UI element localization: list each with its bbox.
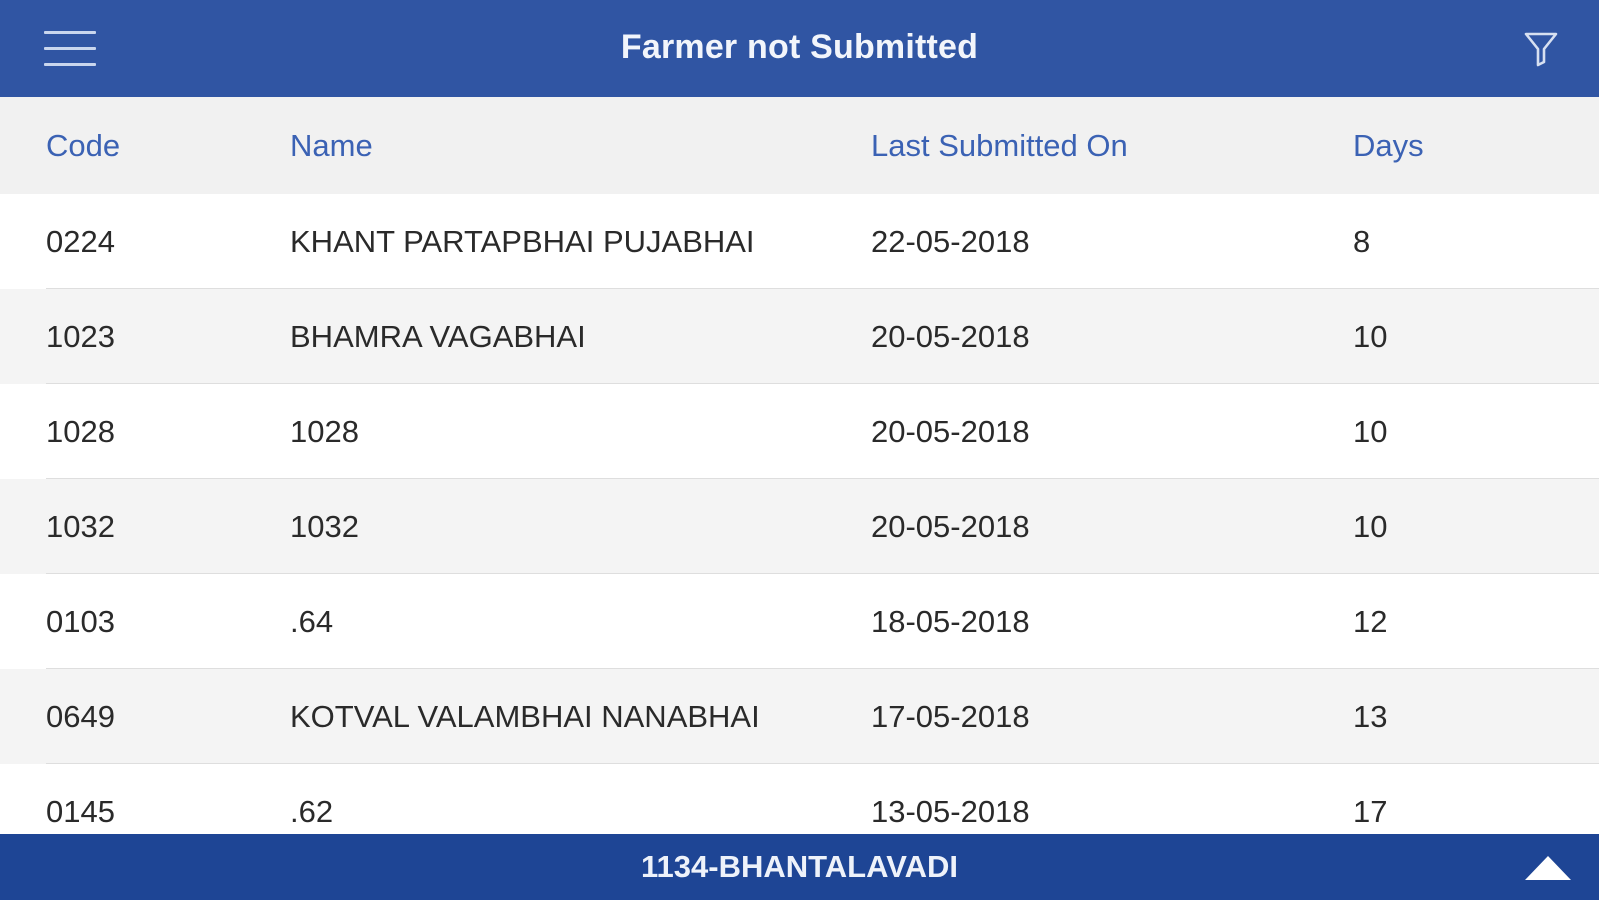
row-name: 1032 [290, 508, 359, 544]
row-last-submitted: 20-05-2018 [871, 508, 1030, 544]
row-code: 0224 [46, 223, 115, 259]
row-code: 0649 [46, 698, 115, 734]
row-name: .64 [290, 603, 334, 639]
table-row[interactable]: 0649 KOTVAL VALAMBHAI NANABHAI 17-05-201… [0, 669, 1599, 764]
row-days: 12 [1353, 603, 1388, 639]
row-days: 10 [1353, 318, 1388, 354]
filter-funnel-icon[interactable] [1523, 30, 1559, 68]
column-header-code[interactable]: Code [46, 97, 120, 194]
row-last-submitted: 17-05-2018 [871, 698, 1030, 734]
row-code: 1028 [46, 413, 115, 449]
center-name: 1134-BHANTALAVADI [641, 849, 958, 884]
row-name: 1028 [290, 413, 359, 449]
app-screen: Farmer not Submitted Code Name Last Subm… [0, 0, 1599, 900]
row-code: 1032 [46, 508, 115, 544]
column-header-days[interactable]: Days [1353, 97, 1424, 194]
row-code: 0103 [46, 603, 115, 639]
table-row[interactable]: 1032 1032 20-05-2018 10 [0, 479, 1599, 574]
table-row[interactable]: 1028 1028 20-05-2018 10 [0, 384, 1599, 479]
row-name: BHAMRA VAGABHAI [290, 318, 586, 354]
row-code: 1023 [46, 318, 115, 354]
farmer-list: 0224 KHANT PARTAPBHAI PUJABHAI 22-05-201… [0, 194, 1599, 859]
table-header: Code Name Last Submitted On Days [0, 97, 1599, 194]
row-days: 13 [1353, 698, 1388, 734]
center-selector-bar[interactable]: 1134-BHANTALAVADI [0, 834, 1599, 900]
row-days: 10 [1353, 508, 1388, 544]
column-header-last-submitted[interactable]: Last Submitted On [871, 97, 1128, 194]
page-title: Farmer not Submitted [620, 28, 979, 66]
column-header-name[interactable]: Name [290, 97, 373, 194]
table-row[interactable]: 1023 BHAMRA VAGABHAI 20-05-2018 10 [0, 289, 1599, 384]
row-name: KHANT PARTAPBHAI PUJABHAI [290, 223, 755, 259]
row-days: 8 [1353, 223, 1371, 259]
app-header: Farmer not Submitted [0, 0, 1599, 97]
row-last-submitted: 20-05-2018 [871, 413, 1030, 449]
triangle-up-icon[interactable] [1523, 854, 1573, 882]
row-name: KOTVAL VALAMBHAI NANABHAI [290, 698, 760, 734]
row-last-submitted: 18-05-2018 [871, 603, 1030, 639]
row-days: 10 [1353, 413, 1388, 449]
row-last-submitted: 20-05-2018 [871, 318, 1030, 354]
table-row[interactable]: 0103 .64 18-05-2018 12 [0, 574, 1599, 669]
row-last-submitted: 22-05-2018 [871, 223, 1030, 259]
table-row[interactable]: 0224 KHANT PARTAPBHAI PUJABHAI 22-05-201… [0, 194, 1599, 289]
